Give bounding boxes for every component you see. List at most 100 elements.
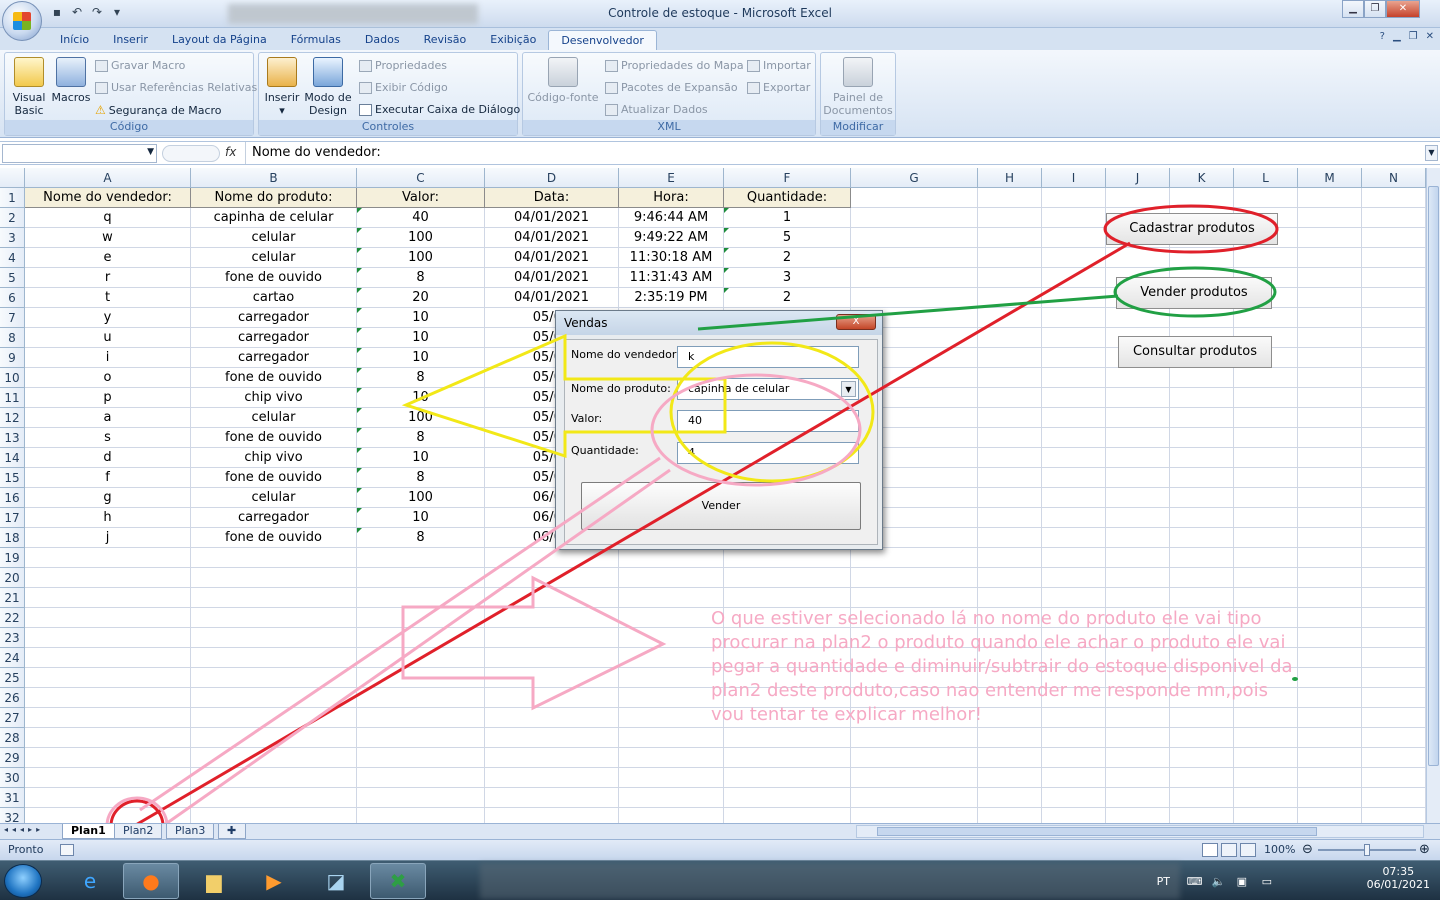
cell[interactable]: [1170, 408, 1234, 428]
cell[interactable]: [1042, 528, 1106, 548]
row-header[interactable]: 11: [0, 388, 25, 408]
row-header[interactable]: 25: [0, 668, 25, 688]
cell[interactable]: [1106, 728, 1170, 748]
cell[interactable]: [1042, 348, 1106, 368]
cell[interactable]: [191, 648, 357, 668]
cell[interactable]: t: [25, 288, 191, 308]
minimize-icon[interactable]: ▁: [1342, 0, 1364, 18]
cell[interactable]: [1362, 628, 1426, 648]
cell[interactable]: [619, 808, 724, 823]
cell[interactable]: [1234, 388, 1298, 408]
cell[interactable]: [851, 768, 978, 788]
cell[interactable]: [1234, 408, 1298, 428]
cell[interactable]: [1042, 388, 1106, 408]
cell[interactable]: capinha de celular: [191, 208, 357, 228]
cell[interactable]: [978, 368, 1042, 388]
cell[interactable]: [1362, 428, 1426, 448]
cell[interactable]: cartao: [191, 288, 357, 308]
cell[interactable]: e: [25, 248, 191, 268]
cell[interactable]: 04/01/2021: [485, 228, 619, 248]
cell[interactable]: [851, 808, 978, 823]
cell[interactable]: [191, 768, 357, 788]
cell[interactable]: [485, 768, 619, 788]
usar-referencias-button[interactable]: Usar Referências Relativas: [95, 81, 257, 94]
cell[interactable]: celular: [191, 248, 357, 268]
cell[interactable]: 5: [724, 228, 851, 248]
cell[interactable]: f: [25, 468, 191, 488]
cell[interactable]: Data:: [485, 188, 619, 208]
keyboard-icon[interactable]: ⌨: [1187, 875, 1203, 888]
cell[interactable]: [1298, 208, 1362, 228]
cell[interactable]: [1298, 548, 1362, 568]
cell[interactable]: 10: [357, 328, 485, 348]
row-header[interactable]: 21: [0, 588, 25, 608]
cell[interactable]: [1106, 408, 1170, 428]
cell[interactable]: [1362, 228, 1426, 248]
cell[interactable]: chip vivo: [191, 388, 357, 408]
column-header[interactable]: I: [1042, 168, 1106, 188]
cell[interactable]: celular: [191, 408, 357, 428]
tab-dados[interactable]: Dados: [353, 30, 412, 50]
cell[interactable]: [1298, 428, 1362, 448]
row-header[interactable]: 20: [0, 568, 25, 588]
cell[interactable]: [1362, 468, 1426, 488]
cell[interactable]: [1234, 788, 1298, 808]
cell[interactable]: [619, 588, 724, 608]
cell[interactable]: [1106, 308, 1170, 328]
column-header[interactable]: F: [724, 168, 851, 188]
quantidade-input[interactable]: 4: [677, 442, 859, 464]
network-icon[interactable]: ▣: [1237, 875, 1247, 888]
cell[interactable]: [1170, 468, 1234, 488]
cell[interactable]: 8: [357, 268, 485, 288]
cell[interactable]: [1234, 488, 1298, 508]
zoom-slider-thumb[interactable]: [1364, 844, 1370, 856]
cell[interactable]: [1042, 208, 1106, 228]
cell[interactable]: [619, 768, 724, 788]
cell[interactable]: [485, 808, 619, 823]
row-header[interactable]: 13: [0, 428, 25, 448]
cell[interactable]: [619, 748, 724, 768]
cell[interactable]: [1170, 428, 1234, 448]
cell[interactable]: [485, 588, 619, 608]
cell[interactable]: [1170, 388, 1234, 408]
cell[interactable]: [851, 248, 978, 268]
cell[interactable]: [1106, 468, 1170, 488]
cell[interactable]: [1362, 248, 1426, 268]
cell[interactable]: fone de ouvido: [191, 268, 357, 288]
cell[interactable]: [1106, 788, 1170, 808]
cell[interactable]: [1170, 188, 1234, 208]
cell[interactable]: [1170, 768, 1234, 788]
action-center-icon[interactable]: ▭: [1262, 875, 1272, 888]
cell[interactable]: [1362, 788, 1426, 808]
cell[interactable]: 9:49:22 AM: [619, 228, 724, 248]
cell[interactable]: [1234, 448, 1298, 468]
cell[interactable]: [1298, 488, 1362, 508]
column-header[interactable]: J: [1106, 168, 1170, 188]
cell[interactable]: [1042, 448, 1106, 468]
cell[interactable]: [1234, 768, 1298, 788]
cell[interactable]: [619, 708, 724, 728]
cell[interactable]: [191, 728, 357, 748]
cell[interactable]: [978, 268, 1042, 288]
sheet-tab-plan2[interactable]: Plan2: [114, 824, 163, 839]
cell[interactable]: q: [25, 208, 191, 228]
cell[interactable]: 10: [357, 508, 485, 528]
cell[interactable]: y: [25, 308, 191, 328]
cell[interactable]: [978, 248, 1042, 268]
cell[interactable]: [978, 768, 1042, 788]
cell[interactable]: [724, 788, 851, 808]
cell[interactable]: [978, 208, 1042, 228]
cell[interactable]: [619, 548, 724, 568]
cell[interactable]: 100: [357, 408, 485, 428]
cell[interactable]: [1362, 528, 1426, 548]
cell[interactable]: 2: [724, 248, 851, 268]
cell[interactable]: [191, 668, 357, 688]
column-header[interactable]: K: [1170, 168, 1234, 188]
cell[interactable]: [978, 388, 1042, 408]
row-header[interactable]: 3: [0, 228, 25, 248]
start-button-icon[interactable]: [4, 864, 42, 898]
notes-app-icon[interactable]: ◪: [308, 863, 364, 899]
macro-record-icon[interactable]: [60, 844, 74, 856]
cell[interactable]: r: [25, 268, 191, 288]
cell[interactable]: [191, 588, 357, 608]
